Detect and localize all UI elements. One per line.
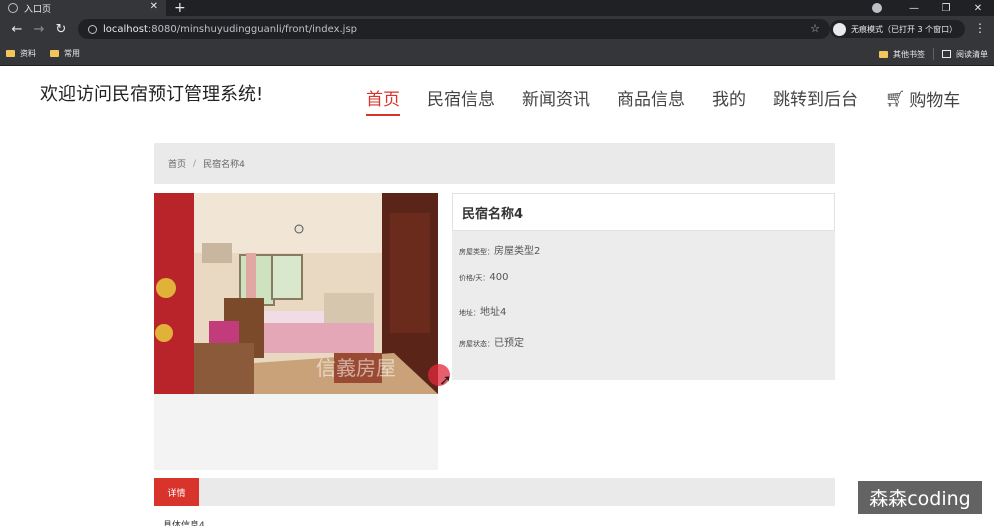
field-address: 地址： 地址4	[459, 307, 507, 318]
nav-products[interactable]: 商品信息	[617, 85, 685, 116]
breadcrumb-home[interactable]: 首页	[168, 157, 186, 170]
url-path: :8080/minshuyudingguanli/front/index.jsp	[147, 23, 357, 35]
tab-detail[interactable]: 详情	[154, 478, 199, 506]
photo-shadow	[154, 394, 438, 470]
reading-list[interactable]: 阅读清单	[942, 49, 988, 60]
bookmark-folder[interactable]: 常用	[50, 48, 80, 59]
mouse-cursor-icon: ➚	[439, 371, 452, 389]
nav-mine[interactable]: 我的	[712, 85, 746, 116]
address-bar-row: ← → ↻ localhost :8080/minshuyudingguanli…	[0, 16, 994, 42]
profile-icon[interactable]	[872, 3, 882, 13]
cart-icon: 🛒︎	[885, 89, 906, 108]
url-host: localhost	[103, 23, 148, 35]
reload-button[interactable]: ↻	[50, 22, 72, 37]
site-title: 欢迎访问民宿预订管理系统!	[40, 84, 264, 105]
browser-tabbar: 入口页 ✕ + — ❐ ✕	[0, 0, 994, 16]
photo-watermark: 信義房屋	[316, 356, 396, 380]
description-text: 具体信息4	[163, 521, 205, 526]
breadcrumb-current: 民宿名称4	[203, 160, 245, 170]
overlay-watermark: 森森coding	[858, 481, 982, 514]
restore-button[interactable]: ❐	[930, 3, 962, 14]
bookmark-folder[interactable]: 资料	[6, 48, 36, 59]
site-info-icon[interactable]	[88, 24, 97, 34]
reading-list-icon	[942, 50, 951, 58]
breadcrumb: 首页 / 民宿名称4	[154, 143, 835, 184]
browser-tab[interactable]: 入口页 ✕	[0, 0, 166, 16]
homestay-photo: 信義房屋	[154, 193, 438, 394]
bookmarks-bar: 资料 常用 其他书签 阅读清单	[0, 42, 994, 66]
forward-button[interactable]: →	[28, 22, 50, 37]
close-tab-icon[interactable]: ✕	[150, 1, 158, 12]
window-close-button[interactable]: ✕	[962, 3, 994, 14]
minimize-button[interactable]: —	[898, 3, 930, 14]
globe-icon	[8, 3, 18, 13]
browser-menu-icon[interactable]: ⋮	[974, 21, 986, 35]
divider	[933, 48, 934, 60]
nav-admin[interactable]: 跳转到后台	[773, 85, 858, 116]
tab-title: 入口页	[24, 4, 52, 15]
field-status: 房屋状态： 已预定	[459, 338, 524, 349]
folder-icon	[879, 50, 888, 58]
incognito-icon	[833, 22, 846, 36]
folder-icon	[6, 50, 15, 57]
bookmark-star-icon[interactable]: ☆	[810, 22, 820, 35]
incognito-badge[interactable]: 无痕模式（已打开 3 个窗口）	[830, 20, 966, 38]
nav-news[interactable]: 新闻资讯	[522, 85, 590, 116]
window-controls: — ❐ ✕	[872, 0, 994, 16]
page: 欢迎访问民宿预订管理系统! 首页 民宿信息 新闻资讯 商品信息 我的 跳转到后台…	[0, 66, 994, 526]
back-button[interactable]: ←	[6, 22, 28, 37]
nav-cart[interactable]: 🛒︎ 购物车	[885, 85, 960, 116]
nav-homestays[interactable]: 民宿信息	[427, 85, 495, 116]
field-price: 价格/天： 400	[459, 272, 509, 283]
folder-icon	[50, 50, 59, 57]
detail-panel: 民宿名称4 房屋类型： 房屋类型2 价格/天： 400 地址： 地址4 房屋状态…	[452, 193, 835, 380]
homestay-name: 民宿名称4	[452, 193, 835, 231]
incognito-label: 无痕模式（已打开 3 个窗口）	[851, 24, 958, 34]
field-room-type: 房屋类型： 房屋类型2	[459, 246, 541, 257]
detail-tabs: 详情	[154, 478, 835, 506]
breadcrumb-separator: /	[193, 158, 197, 169]
new-tab-button[interactable]: +	[174, 0, 186, 16]
main-nav: 首页 民宿信息 新闻资讯 商品信息 我的 跳转到后台 🛒︎ 购物车	[366, 85, 960, 116]
nav-home[interactable]: 首页	[366, 85, 400, 116]
url-input[interactable]: localhost :8080/minshuyudingguanli/front…	[78, 19, 830, 39]
other-bookmarks[interactable]: 其他书签	[879, 49, 925, 60]
